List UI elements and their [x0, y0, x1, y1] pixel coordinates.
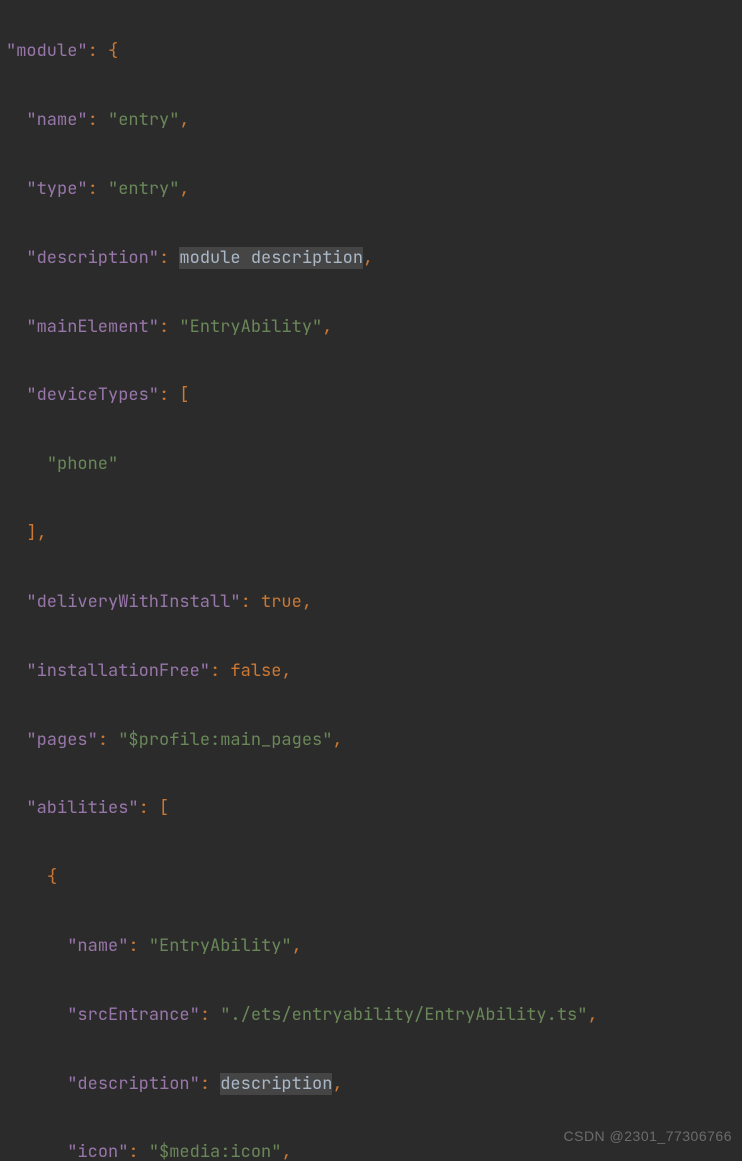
code-line: { [6, 860, 736, 894]
val-ab-srcEntrance: "./ets/entryability/EntryAbility.ts" [220, 1004, 587, 1026]
code-line: "description": module description, [6, 241, 736, 275]
val-mainElement: "EntryAbility" [179, 316, 322, 338]
code-line: "type": "entry", [6, 172, 736, 206]
key-ab-icon: "icon" [67, 1141, 128, 1161]
key-description: "description" [26, 247, 159, 269]
val-deliveryWithInstall: true [261, 591, 302, 613]
key-abilities: "abilities" [26, 797, 138, 819]
key-ab-description: "description" [67, 1073, 200, 1095]
code-line: "abilities": [ [6, 791, 736, 825]
code-line: "name": "entry", [6, 103, 736, 137]
watermark: CSDN @2301_77306766 [564, 1119, 733, 1153]
code-line: "mainElement": "EntryAbility", [6, 310, 736, 344]
key-installationFree: "installationFree" [26, 660, 210, 682]
val-ab-name: "EntryAbility" [149, 935, 292, 957]
val-name: "entry" [108, 109, 179, 131]
key-module: "module" [6, 40, 88, 62]
key-name: "name" [26, 109, 87, 131]
code-line: "module": { [6, 34, 736, 68]
code-line: "pages": "$profile:main_pages", [6, 723, 736, 757]
key-deviceTypes: "deviceTypes" [26, 384, 159, 406]
code-line: "name": "EntryAbility", [6, 929, 736, 963]
code-line: "srcEntrance": "./ets/entryability/Entry… [6, 998, 736, 1032]
code-line: "description": description, [6, 1067, 736, 1101]
val-pages: "$profile:main_pages" [118, 729, 332, 751]
key-mainElement: "mainElement" [26, 316, 159, 338]
code-line: "phone" [6, 447, 736, 481]
code-editor[interactable]: "module": { "name": "entry", "type": "en… [0, 0, 742, 1161]
val-deviceTypes-0: "phone" [47, 453, 118, 475]
val-ab-icon: "$media:icon" [149, 1141, 282, 1161]
key-type: "type" [26, 178, 87, 200]
key-deliveryWithInstall: "deliveryWithInstall" [26, 591, 240, 613]
key-ab-srcEntrance: "srcEntrance" [67, 1004, 200, 1026]
code-line: ], [6, 516, 736, 550]
val-description: module description [179, 247, 363, 269]
key-pages: "pages" [26, 729, 97, 751]
key-ab-name: "name" [67, 935, 128, 957]
code-line: "installationFree": false, [6, 654, 736, 688]
val-installationFree: false [230, 660, 281, 682]
val-ab-description: description [220, 1073, 332, 1095]
val-type: "entry" [108, 178, 179, 200]
code-line: "deviceTypes": [ [6, 378, 736, 412]
code-line: "deliveryWithInstall": true, [6, 585, 736, 619]
